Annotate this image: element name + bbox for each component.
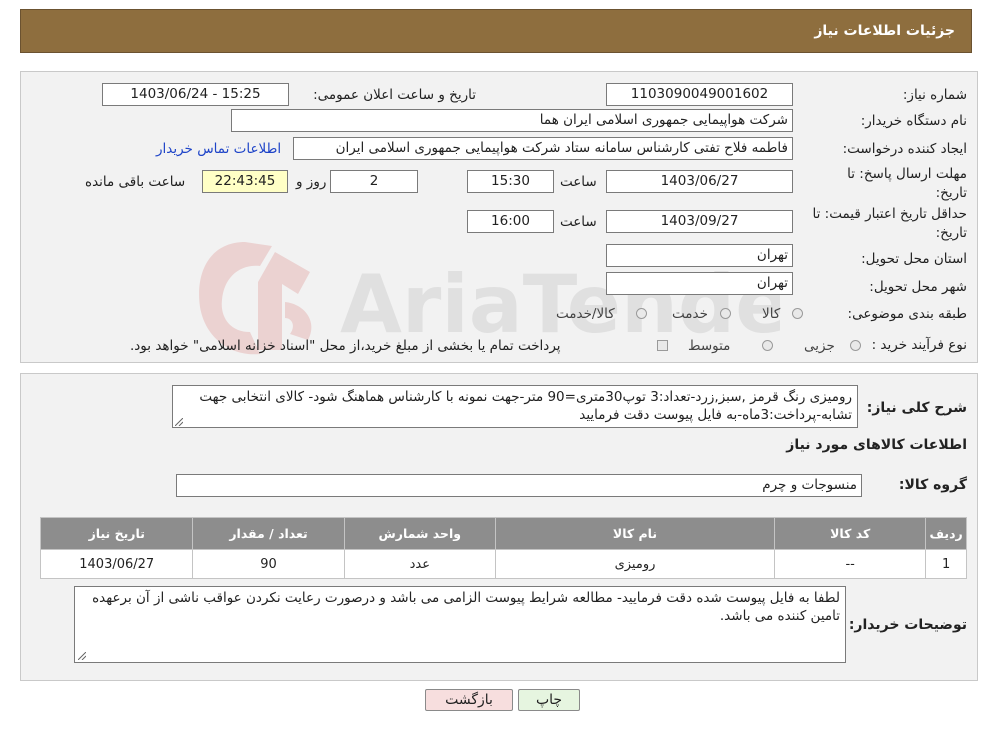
treasury-checkbox[interactable]: [657, 340, 668, 351]
buyer-contact-link[interactable]: اطلاعات تماس خریدار: [156, 141, 281, 157]
cell-row-number: 1: [925, 549, 967, 579]
description-textarea[interactable]: رومیزی رنگ قرمز ,سبز,زرد-تعداد:3 توپ30مت…: [172, 385, 858, 428]
cell-goods-code: --: [774, 549, 927, 579]
validity-time-label: ساعت: [560, 214, 597, 230]
need-number-label: شماره نیاز:: [902, 87, 967, 103]
page-header: جزئیات اطلاعات نیاز: [20, 9, 972, 53]
deadline-time-field[interactable]: 15:30: [467, 170, 554, 193]
col-header-row-number: ردیف: [925, 517, 967, 550]
category-option-goods: کالا: [762, 306, 781, 322]
creator-field[interactable]: فاطمه فلاح تفتی کارشناس سامانه ستاد شرکت…: [293, 137, 793, 160]
category-option-service: خدمت: [672, 306, 708, 322]
province-label: استان محل تحویل:: [861, 251, 967, 267]
cell-need-date: 1403/06/27: [39, 549, 194, 579]
days-label: روز و: [296, 174, 327, 190]
announce-label: تاریخ و ساعت اعلان عمومی:: [313, 87, 476, 103]
category-radio-goods-service[interactable]: [636, 308, 647, 319]
process-option-medium: متوسط: [688, 338, 731, 354]
process-radio-minor[interactable]: [850, 340, 861, 351]
creator-label: ایجاد کننده درخواست:: [842, 141, 967, 157]
days-field[interactable]: 2: [330, 170, 418, 193]
page-title: جزئیات اطلاعات نیاز: [814, 23, 955, 39]
remaining-label: ساعت باقی مانده: [85, 174, 186, 190]
need-number-field[interactable]: 1103090049001602: [606, 83, 793, 106]
deadline-label: مهلت ارسال پاسخ: تا تاریخ:: [847, 165, 967, 203]
announce-datetime-field[interactable]: 1403/06/24 - 15:25: [102, 83, 289, 106]
table-header-row: ردیف کد کالا نام کالا واحد شمارش تعداد /…: [39, 517, 967, 550]
col-header-goods-name: نام کالا: [494, 517, 776, 550]
city-field[interactable]: تهران: [606, 272, 793, 295]
buyer-org-label: نام دستگاه خریدار:: [860, 113, 967, 129]
buyer-notes-resize-handle[interactable]: [78, 652, 86, 660]
remaining-time-field: 22:43:45: [202, 170, 288, 193]
goods-group-field[interactable]: منسوجات و چرم: [176, 474, 862, 497]
process-type-label: نوع فرآیند خرید :: [871, 337, 967, 353]
buyer-org-field[interactable]: شرکت هواپیمایی جمهوری اسلامی ایران هما: [231, 109, 793, 132]
validity-date-field[interactable]: 1403/09/27: [606, 210, 793, 233]
buyer-notes-label: توضیحات خریدار:: [848, 617, 967, 633]
deadline-label-line1: مهلت ارسال پاسخ: تا: [847, 166, 967, 182]
col-header-quantity: تعداد / مقدار: [192, 517, 345, 550]
description-resize-handle[interactable]: [175, 418, 183, 426]
back-button[interactable]: بازگشت: [425, 689, 513, 711]
cell-unit: عدد: [343, 549, 496, 579]
category-radio-goods[interactable]: [792, 308, 803, 319]
validity-time-field[interactable]: 16:00: [467, 210, 554, 233]
goods-table: ردیف کد کالا نام کالا واحد شمارش تعداد /…: [39, 517, 967, 579]
category-option-goods-service: کالا/خدمت: [556, 306, 615, 322]
category-radio-service[interactable]: [720, 308, 731, 319]
print-button[interactable]: چاپ: [518, 689, 580, 711]
col-header-goods-code: کد کالا: [774, 517, 927, 550]
city-label: شهر محل تحویل:: [869, 279, 967, 295]
buyer-notes-text: لطفا به فایل پیوست شده دقت فرمایید- مطال…: [92, 590, 840, 624]
validity-label-line2: تاریخ:: [935, 225, 967, 241]
description-text: رومیزی رنگ قرمز ,سبز,زرد-تعداد:3 توپ30مت…: [199, 389, 852, 423]
col-header-unit: واحد شمارش: [343, 517, 496, 550]
goods-group-label: گروه کالا:: [898, 477, 967, 493]
goods-table-wrapper: ردیف کد کالا نام کالا واحد شمارش تعداد /…: [39, 517, 967, 579]
table-row: 1 -- رومیزی عدد 90 1403/06/27: [39, 549, 967, 579]
goods-info-title: اطلاعات کالاهای مورد نیاز: [786, 437, 967, 453]
process-note: پرداخت تمام یا بخشی از مبلغ خرید،از محل …: [130, 338, 561, 354]
category-label: طبقه بندی موضوعی:: [847, 306, 967, 322]
validity-label: حداقل تاریخ اعتبار قیمت: تا تاریخ:: [813, 205, 967, 243]
validity-label-line1: حداقل تاریخ اعتبار قیمت: تا: [812, 206, 967, 222]
deadline-label-line2: تاریخ:: [935, 185, 967, 201]
process-radio-medium[interactable]: [762, 340, 773, 351]
province-field[interactable]: تهران: [606, 244, 793, 267]
buyer-notes-textarea[interactable]: لطفا به فایل پیوست شده دقت فرمایید- مطال…: [74, 586, 846, 663]
process-option-minor: جزیی: [804, 338, 835, 354]
description-label: شرح کلی نیاز:: [866, 400, 967, 416]
deadline-date-field[interactable]: 1403/06/27: [606, 170, 793, 193]
col-header-need-date: تاریخ نیاز: [39, 517, 194, 550]
deadline-time-label: ساعت: [560, 174, 597, 190]
cell-quantity: 90: [192, 549, 345, 579]
cell-goods-name: رومیزی: [494, 549, 776, 579]
